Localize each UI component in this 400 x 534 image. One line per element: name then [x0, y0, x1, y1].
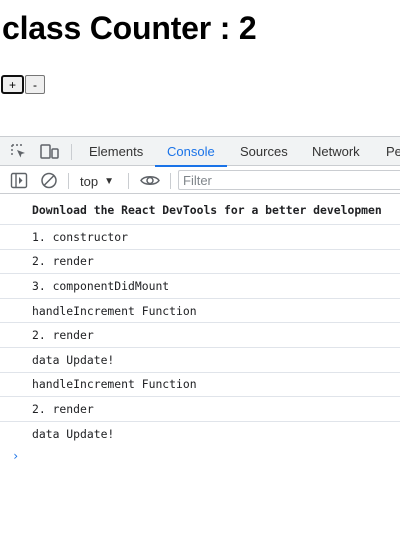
console-prompt-row[interactable]: › — [0, 446, 400, 468]
console-message: handleIncrement Function — [0, 299, 400, 324]
console-message: 2. render — [0, 250, 400, 275]
counter-heading: class Counter : 2 — [2, 10, 257, 46]
console-toolbar: top ▼ — [0, 167, 400, 194]
clear-console-icon[interactable] — [40, 172, 58, 189]
tabbar-divider — [71, 144, 72, 160]
console-message: Download the React DevTools for a better… — [0, 195, 400, 225]
toolbar-divider — [128, 173, 129, 189]
context-selector[interactable]: top ▼ — [80, 171, 114, 191]
console-message: 1. constructor — [0, 225, 400, 250]
devtools-panel: Elements Console Sources Network Pe top … — [0, 136, 400, 534]
sidebar-toggle-icon[interactable] — [10, 172, 28, 189]
console-message: data Update! — [0, 348, 400, 373]
console-message: data Update! — [32, 427, 115, 442]
select-element-icon[interactable] — [10, 143, 28, 160]
console-message: 3. componentDidMount — [0, 274, 400, 299]
page-content: class Counter : 2 + - — [0, 0, 400, 136]
tab-performance[interactable]: Pe — [386, 137, 400, 166]
tab-network[interactable]: Network — [312, 137, 360, 166]
tab-elements[interactable]: Elements — [89, 137, 143, 166]
console-message: 2. render — [0, 397, 400, 422]
toolbar-divider — [170, 173, 171, 189]
toolbar-divider — [68, 173, 69, 189]
prompt-chevron-icon: › — [12, 449, 20, 464]
console-output: Download the React DevTools for a better… — [0, 195, 400, 468]
console-message: handleIncrement Function — [0, 373, 400, 398]
tab-console[interactable]: Console — [155, 137, 227, 167]
decrement-button[interactable]: - — [25, 75, 45, 94]
filter-input[interactable] — [178, 170, 400, 190]
increment-button[interactable]: + — [1, 75, 24, 94]
device-toolbar-icon[interactable] — [40, 143, 59, 160]
caret-down-icon: ▼ — [104, 175, 114, 187]
context-label: top — [80, 173, 99, 189]
console-message: 2. render — [0, 323, 400, 348]
devtools-tabbar: Elements Console Sources Network Pe — [0, 137, 400, 167]
eye-icon[interactable] — [140, 172, 160, 189]
tab-sources[interactable]: Sources — [240, 137, 288, 166]
